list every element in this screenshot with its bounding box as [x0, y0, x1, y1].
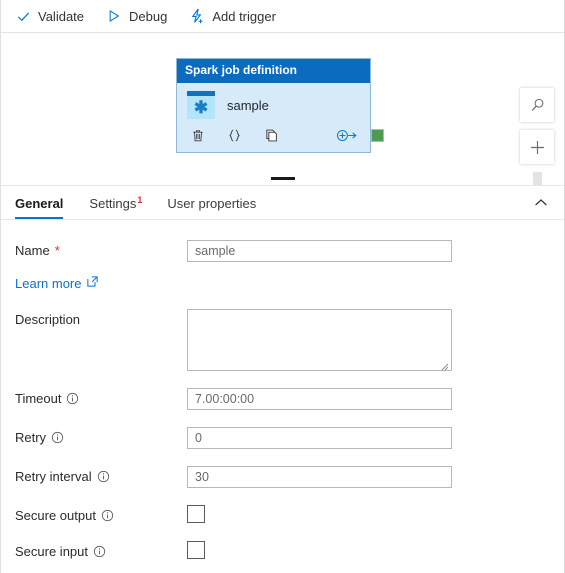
- info-icon[interactable]: [93, 545, 106, 558]
- properties-tabs: General Settings1 User properties: [1, 185, 564, 220]
- tab-general-label: General: [15, 196, 64, 211]
- learn-more-label: Learn more: [15, 275, 82, 291]
- info-icon[interactable]: [66, 392, 79, 405]
- retry-input[interactable]: [187, 427, 452, 449]
- validate-button[interactable]: Validate: [15, 8, 84, 24]
- zoom-in-icon[interactable]: [520, 130, 554, 164]
- secure-input-label: Secure input: [15, 541, 187, 560]
- spark-asterisk-glyph: ✱: [193, 97, 209, 117]
- learn-more-row: Learn more: [1, 275, 564, 291]
- tab-settings-label: Settings: [89, 196, 137, 211]
- field-row-description: Description: [1, 309, 564, 371]
- tab-settings-badge: 1: [137, 195, 143, 205]
- pipeline-canvas[interactable]: Spark job definition ✱ sample: [1, 33, 564, 185]
- retry-interval-label-text: Retry interval: [15, 469, 92, 484]
- node-body: ✱ sample: [177, 83, 370, 124]
- info-icon[interactable]: [51, 431, 64, 444]
- add-output-icon[interactable]: [336, 127, 358, 144]
- lightning-bolt-plus-icon: [189, 8, 205, 24]
- node-activity-name: sample: [227, 97, 269, 113]
- timeout-label-text: Timeout: [15, 391, 62, 406]
- field-row-timeout: Timeout: [1, 388, 564, 410]
- copy-icon[interactable]: [263, 127, 280, 144]
- spark-job-definition-icon: ✱: [187, 91, 215, 120]
- tab-user-properties[interactable]: User properties: [167, 196, 256, 219]
- description-textarea[interactable]: [187, 309, 452, 371]
- learn-more-link[interactable]: Learn more: [15, 275, 99, 291]
- canvas-controls: [520, 88, 554, 185]
- chevron-up-icon[interactable]: [530, 193, 552, 213]
- tab-user-properties-label: User properties: [167, 196, 257, 211]
- retry-label-text: Retry: [15, 430, 47, 445]
- pipeline-editor: Validate Debug Add trigger Spark job def…: [0, 0, 565, 573]
- check-icon: [15, 8, 31, 24]
- play-icon: [106, 8, 122, 24]
- info-icon[interactable]: [97, 470, 110, 483]
- tab-general[interactable]: General: [15, 196, 64, 219]
- code-braces-icon[interactable]: [226, 127, 243, 144]
- add-trigger-label: Add trigger: [212, 8, 276, 24]
- add-trigger-button[interactable]: Add trigger: [189, 8, 276, 24]
- description-label: Description: [15, 309, 187, 328]
- node-action-bar: [177, 123, 370, 153]
- search-icon[interactable]: [520, 88, 554, 122]
- secure-input-label-text: Secure input: [15, 543, 88, 559]
- field-row-secure-output: Secure output: [1, 505, 564, 524]
- tab-settings[interactable]: Settings1: [89, 195, 143, 219]
- name-label: Name *: [15, 240, 187, 259]
- activity-node-spark-job-definition[interactable]: Spark job definition ✱ sample: [176, 58, 371, 154]
- zoom-slider[interactable]: [532, 172, 542, 185]
- debug-button[interactable]: Debug: [106, 8, 167, 24]
- field-row-name: Name *: [1, 240, 564, 262]
- node-header: Spark job definition: [177, 59, 370, 84]
- description-label-text: Description: [15, 312, 81, 327]
- timeout-input[interactable]: [187, 388, 452, 410]
- resize-grip-icon[interactable]: [440, 360, 449, 371]
- field-row-secure-input: Secure input: [1, 540, 564, 560]
- retry-label: Retry: [15, 427, 187, 446]
- secure-output-label: Secure output: [15, 505, 187, 524]
- debug-label: Debug: [129, 8, 168, 24]
- secure-output-label-text: Secure output: [15, 508, 96, 523]
- field-row-retry-interval: Retry interval: [1, 466, 564, 488]
- external-link-icon: [86, 275, 99, 291]
- timeout-label: Timeout: [15, 388, 187, 407]
- retry-interval-label: Retry interval: [15, 466, 187, 485]
- node-output-connector[interactable]: [371, 129, 384, 142]
- retry-interval-input[interactable]: [187, 466, 452, 488]
- validate-label: Validate: [38, 8, 85, 24]
- secure-input-checkbox[interactable]: [187, 540, 205, 559]
- name-label-text: Name: [15, 243, 50, 258]
- info-icon[interactable]: [101, 509, 114, 522]
- required-asterisk: *: [54, 243, 60, 258]
- delete-icon[interactable]: [189, 127, 206, 144]
- secure-output-checkbox[interactable]: [187, 505, 205, 523]
- panel-drag-handle[interactable]: [270, 177, 295, 180]
- field-row-retry: Retry: [1, 427, 564, 449]
- general-tab-form: Name * Learn more Description: [1, 220, 564, 560]
- pipeline-toolbar: Validate Debug Add trigger: [1, 0, 564, 33]
- name-input[interactable]: [187, 240, 452, 262]
